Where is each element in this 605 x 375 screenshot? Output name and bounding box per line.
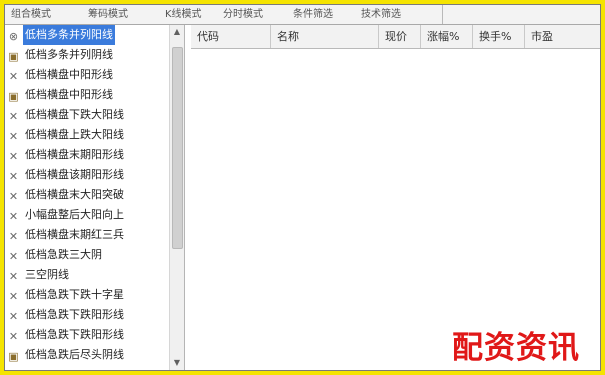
grid-header: 代码 名称 现价 涨幅% 换手% 市盈 <box>191 25 600 49</box>
tree-item[interactable]: ✕ 低档急跌下跌十字星 <box>7 285 126 305</box>
tree-item[interactable]: ✕ 小幅盘整后大阳向上 <box>7 205 126 225</box>
tree-item[interactable]: ✕ 低档横盘中阳形线 <box>7 65 115 85</box>
watermark-text: 配资资讯 <box>452 330 580 366</box>
folder-icon: ▣ <box>8 90 19 103</box>
tree-item-label: 低档横盘下跌大阳线 <box>25 108 124 121</box>
column-header-name[interactable]: 名称 <box>271 25 379 48</box>
tree-item[interactable]: ✕ 低档急跌下跌阳形线 <box>7 305 126 325</box>
close-icon: ✕ <box>8 210 19 223</box>
tree-item-label: 低档急跌下跌阳形线 <box>25 328 124 341</box>
tree-item[interactable]: ✕ 低档急跌下跌阳形线 <box>7 325 126 345</box>
tree-scrollbar[interactable]: ▲ ▼ <box>169 25 185 370</box>
mode-tab-bar: 组合模式 筹码模式 K线模式 分时模式 条件筛选 技术筛选 <box>5 5 600 25</box>
folder-icon: ▣ <box>8 50 19 63</box>
tree-item[interactable]: ✕ 低档横盘末期红三兵 <box>7 225 126 245</box>
tree-item-label: 低档急跌下跌阳形线 <box>25 308 124 321</box>
tree-item[interactable]: ▣ 低档急跌后尽头阴线 <box>7 345 126 365</box>
close-icon: ✕ <box>8 250 19 263</box>
tree-item[interactable]: ✕ 低档横盘该期阳形线 <box>7 165 126 185</box>
close-icon: ⊗ <box>8 30 19 43</box>
scroll-up-arrow-icon[interactable]: ▲ <box>170 25 184 39</box>
close-icon: ✕ <box>8 70 19 83</box>
tree-item[interactable]: ✕ 低档横盘上跌大阳线 <box>7 125 126 145</box>
tree-item[interactable]: ✕ 低档急跌三大阴 <box>7 245 104 265</box>
scroll-down-arrow-icon[interactable]: ▼ <box>170 356 184 370</box>
close-icon: ✕ <box>8 310 19 323</box>
tree-item[interactable]: ▣ 低档横盘中阳形线 <box>7 85 115 105</box>
tree-item-label: 低档急跌三大阴 <box>25 248 102 261</box>
tree-item[interactable]: ✕ 三空阴线 <box>7 265 71 285</box>
close-icon: ✕ <box>8 110 19 123</box>
tree-item-label: 小幅盘整后大阳向上 <box>25 208 124 221</box>
tree-item-label: 低档多条并列阴线 <box>25 48 113 61</box>
folder-icon: ▣ <box>8 350 19 363</box>
column-header-price[interactable]: 现价 <box>379 25 421 48</box>
tree-item-label: 低档横盘末期红三兵 <box>25 228 124 241</box>
tree-item[interactable]: ⊗ 低档多条并列阳线 <box>7 25 115 45</box>
close-icon: ✕ <box>8 270 19 283</box>
tree-item[interactable]: ✕ 低档横盘末期阳形线 <box>7 145 126 165</box>
app-window: 组合模式 筹码模式 K线模式 分时模式 条件筛选 技术筛选 ⊗ 低档多条并列阳线 … <box>4 4 601 371</box>
close-icon: ✕ <box>8 170 19 183</box>
column-header-pe[interactable]: 市盈 <box>525 25 600 48</box>
tab-technical-filter[interactable]: 技术筛选 <box>355 5 443 24</box>
tree-item-label: 三空阴线 <box>25 268 69 281</box>
stock-result-grid: 代码 名称 现价 涨幅% 换手% 市盈 <box>191 25 600 370</box>
tree-item-label: 低档横盘上跌大阳线 <box>25 128 124 141</box>
tree-item[interactable]: ✕ 低档横盘末大阳突破 <box>7 185 126 205</box>
close-icon: ✕ <box>8 190 19 203</box>
tree-item-label: 低档急跌下跌十字星 <box>25 288 124 301</box>
pattern-tree: ⊗ 低档多条并列阳线 ▣ 低档多条并列阴线 ✕ 低档横盘中阳形线 ▣ 低档横盘中阳形线 … <box>5 25 168 370</box>
tree-item-label: 低档急跌后尽头阴线 <box>25 348 124 361</box>
scrollbar-thumb[interactable] <box>172 47 183 249</box>
tree-item[interactable]: ▣ 低档多条并列阴线 <box>7 45 115 65</box>
tree-item-label: 低档横盘末期阳形线 <box>25 148 124 161</box>
tree-item[interactable]: ✕ 低档横盘下跌大阳线 <box>7 105 126 125</box>
close-icon: ✕ <box>8 230 19 243</box>
tree-item-label: 低档横盘中阳形线 <box>25 88 113 101</box>
column-header-turnover-pct[interactable]: 换手% <box>473 25 525 48</box>
tree-item-label: 低档横盘末大阳突破 <box>25 188 124 201</box>
close-icon: ✕ <box>8 150 19 163</box>
column-header-code[interactable]: 代码 <box>191 25 271 48</box>
tree-item-label: 低档多条并列阳线 <box>23 25 115 45</box>
tree-item-label: 低档横盘中阳形线 <box>25 68 113 81</box>
column-header-change-pct[interactable]: 涨幅% <box>421 25 473 48</box>
close-icon: ✕ <box>8 130 19 143</box>
tree-item-label: 低档横盘该期阳形线 <box>25 168 124 181</box>
close-icon: ✕ <box>8 290 19 303</box>
close-icon: ✕ <box>8 330 19 343</box>
